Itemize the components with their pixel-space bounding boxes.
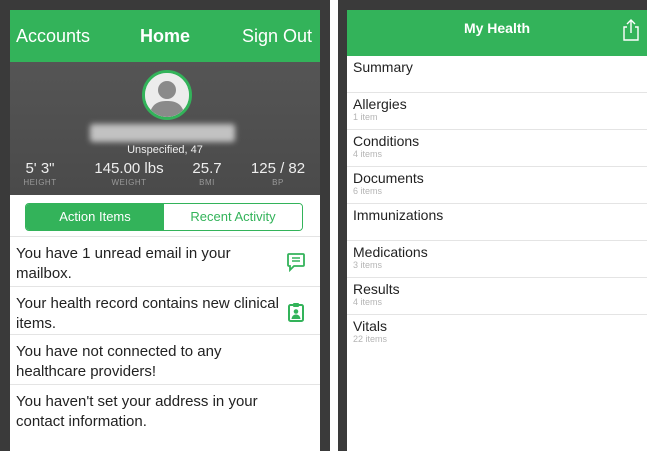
stat-label: BP <box>272 178 284 187</box>
stat-bp: 125 / 82 BP <box>236 160 320 187</box>
item-subtitle: 6 items <box>353 186 383 196</box>
tab-action-items[interactable]: Action Items <box>26 204 164 230</box>
list-item-text: You have 1 unread email in your mailbox. <box>16 245 231 282</box>
item-title: Summary <box>353 59 413 75</box>
item-subtitle: 1 item <box>353 112 378 122</box>
item-subtitle: 22 items <box>353 334 388 344</box>
stat-height: 5' 3" HEIGHT <box>10 160 70 187</box>
item-title: Vitals <box>353 318 387 334</box>
my-health-content: My Health Summary Allergies 1 item Condi… <box>347 10 647 451</box>
stat-label: HEIGHT <box>23 178 57 187</box>
list-item[interactable]: Your health record contains new clinical… <box>10 286 320 334</box>
home-content: Accounts Home Sign Out Unspecified, 47 5… <box>10 10 320 451</box>
stat-weight: 145.00 lbs WEIGHT <box>84 160 174 187</box>
item-subtitle: 3 items <box>353 260 383 270</box>
item-title: Results <box>353 281 400 297</box>
list-item-documents[interactable]: Documents 6 items <box>347 167 647 204</box>
stat-value: 5' 3" <box>25 160 55 177</box>
item-title: Allergies <box>353 96 407 112</box>
user-name-blurred <box>90 124 235 142</box>
stat-value: 25.7 <box>192 160 222 177</box>
stat-label: WEIGHT <box>111 178 147 187</box>
list-item[interactable]: You haven't set your address in your con… <box>10 384 320 442</box>
item-title: Medications <box>353 244 428 260</box>
item-subtitle: 4 items <box>353 297 383 307</box>
list-item-medications[interactable]: Medications 3 items <box>347 241 647 278</box>
stat-label: BMI <box>199 178 215 187</box>
tab-recent-activity[interactable]: Recent Activity <box>164 204 302 230</box>
sign-out-button[interactable]: Sign Out <box>242 26 312 47</box>
profile-subtitle: Unspecified, 47 <box>127 144 203 156</box>
stat-value: 145.00 lbs <box>94 160 164 177</box>
list-item-results[interactable]: Results 4 items <box>347 278 647 315</box>
item-title: Conditions <box>353 133 420 149</box>
item-title: Immunizations <box>353 207 444 223</box>
action-items-list: You have 1 unread email in your mailbox.… <box>10 236 320 442</box>
page-title: My Health <box>463 20 531 36</box>
list-item-immunizations[interactable]: Immunizations <box>347 204 647 241</box>
health-category-list: Summary Allergies 1 item Conditions 4 it… <box>347 56 647 352</box>
item-title: Documents <box>353 170 424 186</box>
home-nav-bar: Accounts Home Sign Out <box>10 10 320 62</box>
stat-value: 125 / 82 <box>250 160 306 177</box>
list-item-text: You haven't set your address in your con… <box>16 393 258 430</box>
person-silhouette-icon[interactable] <box>142 70 192 120</box>
profile-header: Unspecified, 47 5' 3" HEIGHT 145.00 lbs … <box>10 62 320 195</box>
item-subtitle: 4 items <box>353 149 383 159</box>
list-item-allergies[interactable]: Allergies 1 item <box>347 93 647 130</box>
list-item[interactable]: You have 1 unread email in your mailbox. <box>10 236 320 286</box>
message-icon <box>286 252 306 273</box>
list-item-conditions[interactable]: Conditions 4 items <box>347 130 647 167</box>
list-item[interactable]: You have not connected to any healthcare… <box>10 334 320 384</box>
my-health-screen: My Health Summary Allergies 1 item Condi… <box>338 0 647 451</box>
stat-bmi: 25.7 BMI <box>182 160 232 187</box>
segmented-control: Action Items Recent Activity <box>25 203 303 231</box>
clipboard-person-icon <box>286 302 306 322</box>
my-health-nav-bar: My Health <box>347 10 647 56</box>
list-item-text: Your health record contains new clinical… <box>16 295 279 332</box>
list-item-vitals[interactable]: Vitals 22 items <box>347 315 647 352</box>
list-item-summary[interactable]: Summary <box>347 56 647 93</box>
home-screen: Accounts Home Sign Out Unspecified, 47 5… <box>0 0 330 451</box>
list-item-text: You have not connected to any healthcare… <box>16 343 222 380</box>
share-icon[interactable] <box>621 18 641 42</box>
